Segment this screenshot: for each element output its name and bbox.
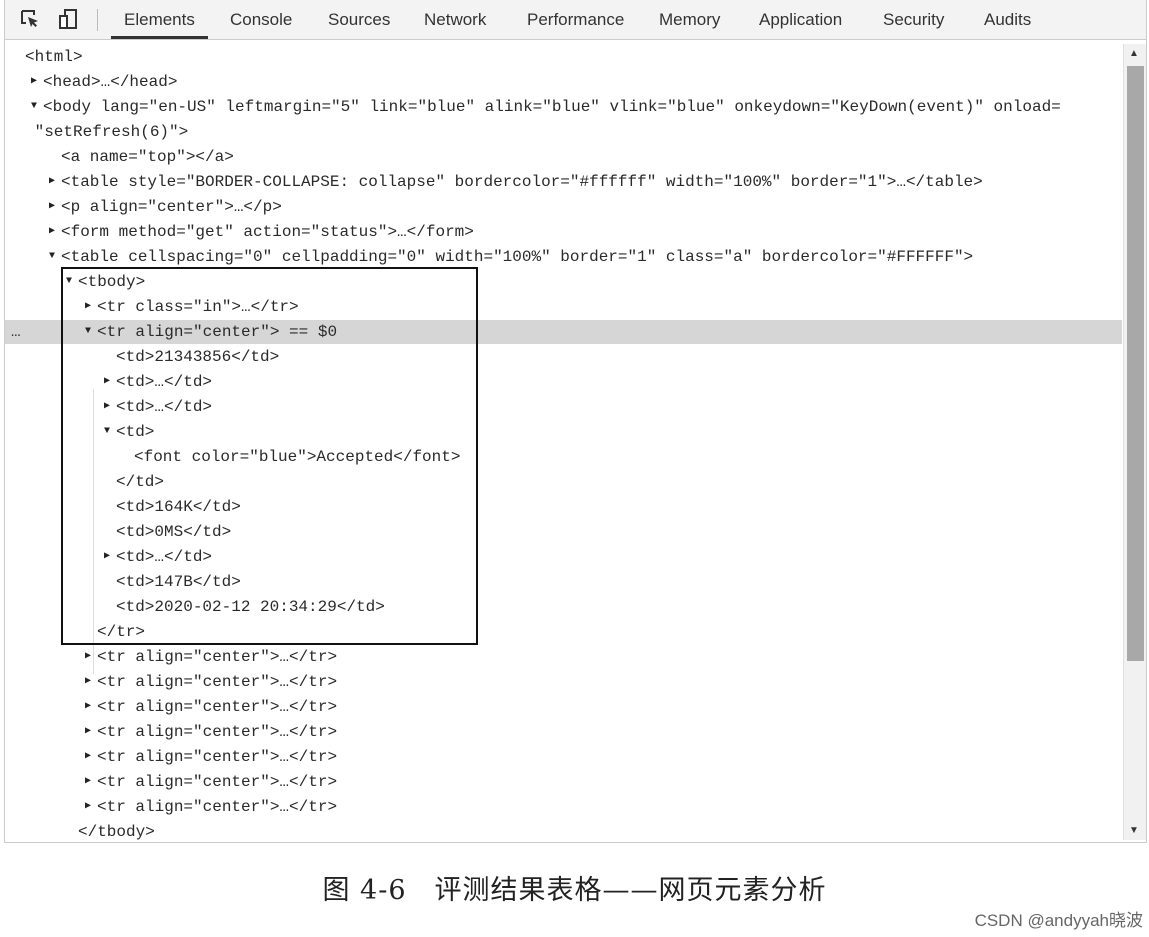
collapse-triangle-icon[interactable]: ▶	[85, 770, 91, 794]
inspect-element-icon[interactable]	[19, 8, 41, 30]
dom-node-text: <tr align="center">…</tr>	[97, 648, 338, 666]
expand-triangle-icon[interactable]: ▼	[49, 245, 55, 269]
devtools-tabbar: Elements Console Sources Network Performance…	[5, 0, 1146, 40]
dom-node[interactable]: </tbody>	[5, 820, 1122, 844]
tab-application[interactable]: Application	[746, 0, 855, 39]
collapse-triangle-icon[interactable]: ▶	[49, 220, 55, 244]
dom-node[interactable]: "setRefresh(6)">	[5, 120, 1122, 144]
dom-node[interactable]: ▶ <form method="get" action="status">…</f…	[5, 220, 1122, 244]
dom-node[interactable]: ▶ <table style="BORDER-COLLAPSE: collapse…	[5, 170, 1122, 194]
dom-node[interactable]: ▶ <tr align="center">…</tr>	[5, 670, 1122, 694]
collapse-triangle-icon[interactable]: ▶	[31, 70, 37, 94]
dom-node[interactable]: <a name="top"></a>	[5, 145, 1122, 169]
annotation-highlight-box	[61, 267, 478, 645]
dom-node-text: "setRefresh(6)">	[25, 123, 189, 141]
scrollbar-thumb[interactable]	[1127, 66, 1144, 661]
collapse-triangle-icon[interactable]: ▶	[85, 645, 91, 669]
dom-node[interactable]: ▶ <p align="center">…</p>	[5, 195, 1122, 219]
more-options-icon[interactable]: …	[11, 320, 21, 344]
collapse-triangle-icon[interactable]: ▶	[85, 670, 91, 694]
expand-triangle-icon[interactable]: ▼	[31, 95, 37, 119]
dom-node-text: <p align="center">…</p>	[61, 198, 282, 216]
dom-node[interactable]: <html>	[5, 45, 1122, 69]
dom-node-text: <body lang="en-US" leftmargin="5" link="…	[43, 98, 1061, 116]
dom-node-text: <tr align="center">…</tr>	[97, 773, 338, 791]
collapse-triangle-icon[interactable]: ▶	[85, 745, 91, 769]
dom-node-text: <head>…</head>	[43, 73, 178, 91]
tab-network[interactable]: Network	[411, 0, 499, 39]
dom-node-text: <tr align="center">…</tr>	[97, 723, 338, 741]
dom-node-text: <tr align="center">…</tr>	[97, 673, 338, 691]
dom-node-text: </tbody>	[78, 823, 155, 841]
tab-audits[interactable]: Audits	[971, 0, 1044, 39]
tab-elements[interactable]: Elements	[111, 0, 208, 39]
devtools-panel: Elements Console Sources Network Performance…	[4, 0, 1147, 843]
collapse-triangle-icon[interactable]: ▶	[85, 720, 91, 744]
toolbar-divider	[97, 9, 98, 31]
dom-node[interactable]: ▶ <tr align="center">…</tr>	[5, 695, 1122, 719]
watermark: CSDN @andyyah晓波	[974, 911, 1143, 930]
dom-node[interactable]: ▼ <body lang="en-US" leftmargin="5" link=…	[5, 95, 1122, 119]
tab-sources[interactable]: Sources	[315, 0, 403, 39]
dom-node[interactable]: ▼ <table cellspacing="0" cellpadding="0" …	[5, 245, 1122, 269]
tab-performance[interactable]: Performance	[514, 0, 637, 39]
scroll-up-icon[interactable]: ▲	[1129, 48, 1139, 59]
collapse-triangle-icon[interactable]: ▶	[85, 795, 91, 819]
tab-memory[interactable]: Memory	[646, 0, 733, 39]
dom-node[interactable]: ▶ <tr align="center">…</tr>	[5, 720, 1122, 744]
dom-node-text: <html>	[25, 48, 83, 66]
vertical-scrollbar[interactable]: ▲ ▼	[1123, 44, 1146, 840]
dom-node[interactable]: ▶ <head>…</head>	[5, 70, 1122, 94]
collapse-triangle-icon[interactable]: ▶	[85, 695, 91, 719]
collapse-triangle-icon[interactable]: ▶	[49, 195, 55, 219]
dom-node[interactable]: ▶ <tr align="center">…</tr>	[5, 795, 1122, 819]
dom-node-text: <tr align="center">…</tr>	[97, 698, 338, 716]
collapse-triangle-icon[interactable]: ▶	[49, 170, 55, 194]
dom-node[interactable]: ▶ <tr align="center">…</tr>	[5, 770, 1122, 794]
dom-node-text: <table style="BORDER-COLLAPSE: collapse"…	[61, 173, 983, 191]
dom-node-text: <table cellspacing="0" cellpadding="0" w…	[61, 248, 974, 266]
device-toolbar-icon[interactable]	[57, 8, 79, 30]
dom-node-text: <tr align="center">…</tr>	[97, 798, 338, 816]
scroll-down-icon[interactable]: ▼	[1129, 825, 1139, 836]
figure-caption: 图 4-6 评测结果表格——网页元素分析	[322, 875, 827, 906]
dom-node[interactable]: ▶ <tr align="center">…</tr>	[5, 745, 1122, 769]
dom-node-text: <a name="top"></a>	[61, 148, 234, 166]
dom-node[interactable]: ▶ <tr align="center">…</tr>	[5, 645, 1122, 669]
dom-node-text: <tr align="center">…</tr>	[97, 748, 338, 766]
tab-security[interactable]: Security	[870, 0, 957, 39]
tab-console[interactable]: Console	[217, 0, 305, 39]
dom-node-text: <form method="get" action="status">…</fo…	[61, 223, 474, 241]
